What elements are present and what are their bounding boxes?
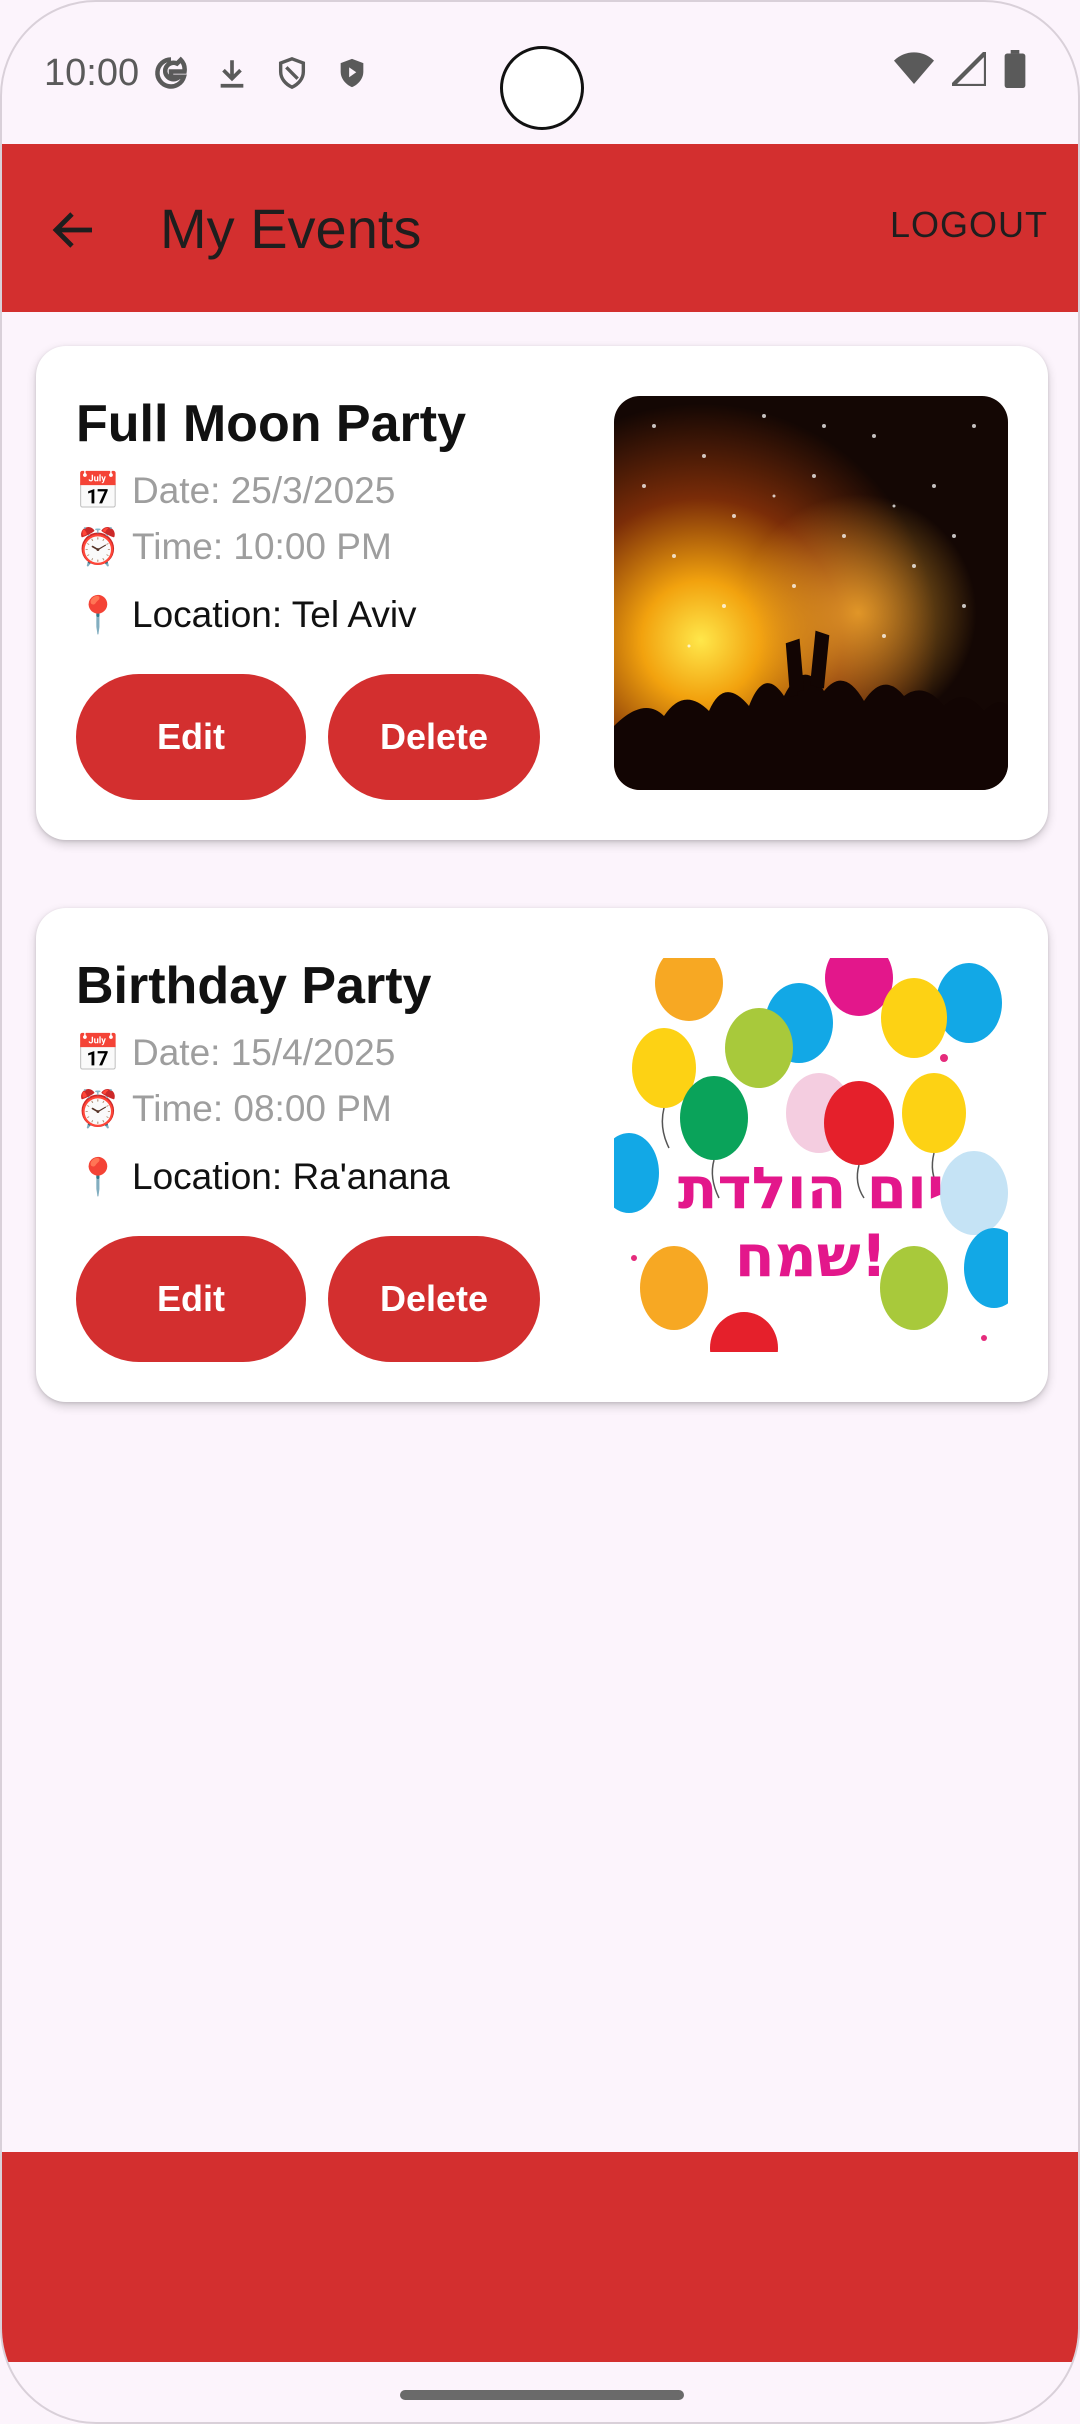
event-image-birthday-balloons[interactable]: יום הולדת שמח!: [614, 958, 1008, 1352]
event-date-text: Date: 25/3/2025: [132, 470, 396, 511]
back-arrow-icon[interactable]: [46, 202, 102, 258]
event-location-text: Location: Tel Aviv: [132, 594, 417, 635]
location-pin-icon: 📍: [75, 1156, 121, 1197]
bottom-bar: [2, 2152, 1078, 2362]
wifi-icon: [894, 52, 934, 91]
event-location: 📍 Location: Tel Aviv: [76, 594, 417, 636]
alarm-clock-icon: ⏰: [75, 1088, 121, 1129]
delete-button[interactable]: Delete: [328, 1236, 540, 1362]
event-date: 📅 Date: 25/3/2025: [75, 470, 396, 512]
event-date-text: Date: 15/4/2025: [132, 1032, 396, 1073]
event-card: Birthday Party 📅 Date: 15/4/2025 ⏰ Time:…: [36, 908, 1048, 1402]
shield-play-icon: [335, 54, 369, 92]
delete-button[interactable]: Delete: [328, 674, 540, 800]
edit-button[interactable]: Edit: [76, 1236, 306, 1362]
status-time: 10:00: [44, 51, 140, 94]
shield-outline-icon: [275, 54, 309, 92]
home-indicator[interactable]: [400, 2390, 684, 2400]
event-time: ⏰ Time: 08:00 PM: [76, 1088, 392, 1130]
birthday-image-text-line2: שמח!: [735, 1222, 887, 1290]
alarm-clock-icon: ⏰: [75, 526, 121, 567]
google-icon: [153, 55, 189, 91]
event-location: 📍 Location: Ra'anana: [76, 1156, 450, 1198]
event-time-text: Time: 08:00 PM: [132, 1088, 392, 1129]
event-time: ⏰ Time: 10:00 PM: [76, 526, 392, 568]
birthday-image-text-line1: יום הולדת: [678, 1154, 944, 1222]
calendar-icon: 📅: [75, 1032, 121, 1073]
page-title: My Events: [160, 197, 422, 260]
event-time-text: Time: 10:00 PM: [132, 526, 392, 567]
event-image-concert[interactable]: [614, 396, 1008, 790]
event-location-text: Location: Ra'anana: [132, 1156, 450, 1197]
event-date: 📅 Date: 15/4/2025: [75, 1032, 396, 1074]
status-icons-left: [153, 54, 369, 92]
status-icons-right: [894, 46, 1026, 93]
app-bar: My Events LOGOUT: [2, 144, 1078, 312]
front-camera: [500, 46, 584, 130]
event-title: Birthday Party: [76, 957, 432, 1015]
event-card: Full Moon Party 📅 Date: 25/3/2025 ⏰ Time…: [36, 346, 1048, 840]
logout-button[interactable]: LOGOUT: [890, 204, 1048, 246]
signal-icon: [946, 46, 989, 91]
calendar-icon: 📅: [75, 470, 121, 511]
phone-frame: 10:00 My Events LOGOUT Full Moon Party 📅…: [0, 0, 1080, 2424]
edit-button[interactable]: Edit: [76, 674, 306, 800]
event-title: Full Moon Party: [76, 395, 466, 453]
location-pin-icon: 📍: [75, 594, 121, 635]
battery-icon: [1004, 50, 1026, 93]
download-icon: [215, 55, 249, 91]
